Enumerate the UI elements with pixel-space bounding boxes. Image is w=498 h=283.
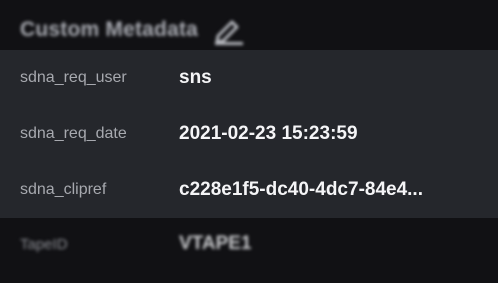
- metadata-value: 2021-02-23 15:23:59: [179, 123, 358, 144]
- metadata-value: sns: [179, 67, 212, 88]
- metadata-row: sdna_req_user sns: [0, 50, 498, 106]
- tapeid-value: VTAPE1: [179, 233, 252, 254]
- metadata-key: sdna_req_date: [20, 125, 127, 142]
- tapeid-row: TapeID VTAPE1: [0, 218, 498, 274]
- metadata-key: sdna_req_user: [20, 69, 127, 86]
- metadata-panel: sdna_req_user sns sdna_req_date 2021-02-…: [0, 50, 498, 218]
- section-title: Custom Metadata: [20, 18, 199, 41]
- metadata-view: { "header": { "title": "Custom Metadata"…: [0, 0, 498, 283]
- metadata-key: sdna_clipref: [20, 181, 107, 198]
- pencil-edit-icon[interactable]: [212, 15, 246, 45]
- metadata-row: sdna_req_date 2021-02-23 15:23:59: [0, 106, 498, 162]
- metadata-row: sdna_clipref c228e1f5-dc40-4dc7-84e4...: [0, 162, 498, 218]
- metadata-value: c228e1f5-dc40-4dc7-84e4...: [179, 179, 423, 200]
- custom-metadata-header: Custom Metadata: [20, 10, 246, 50]
- tapeid-key: TapeID: [20, 236, 68, 253]
